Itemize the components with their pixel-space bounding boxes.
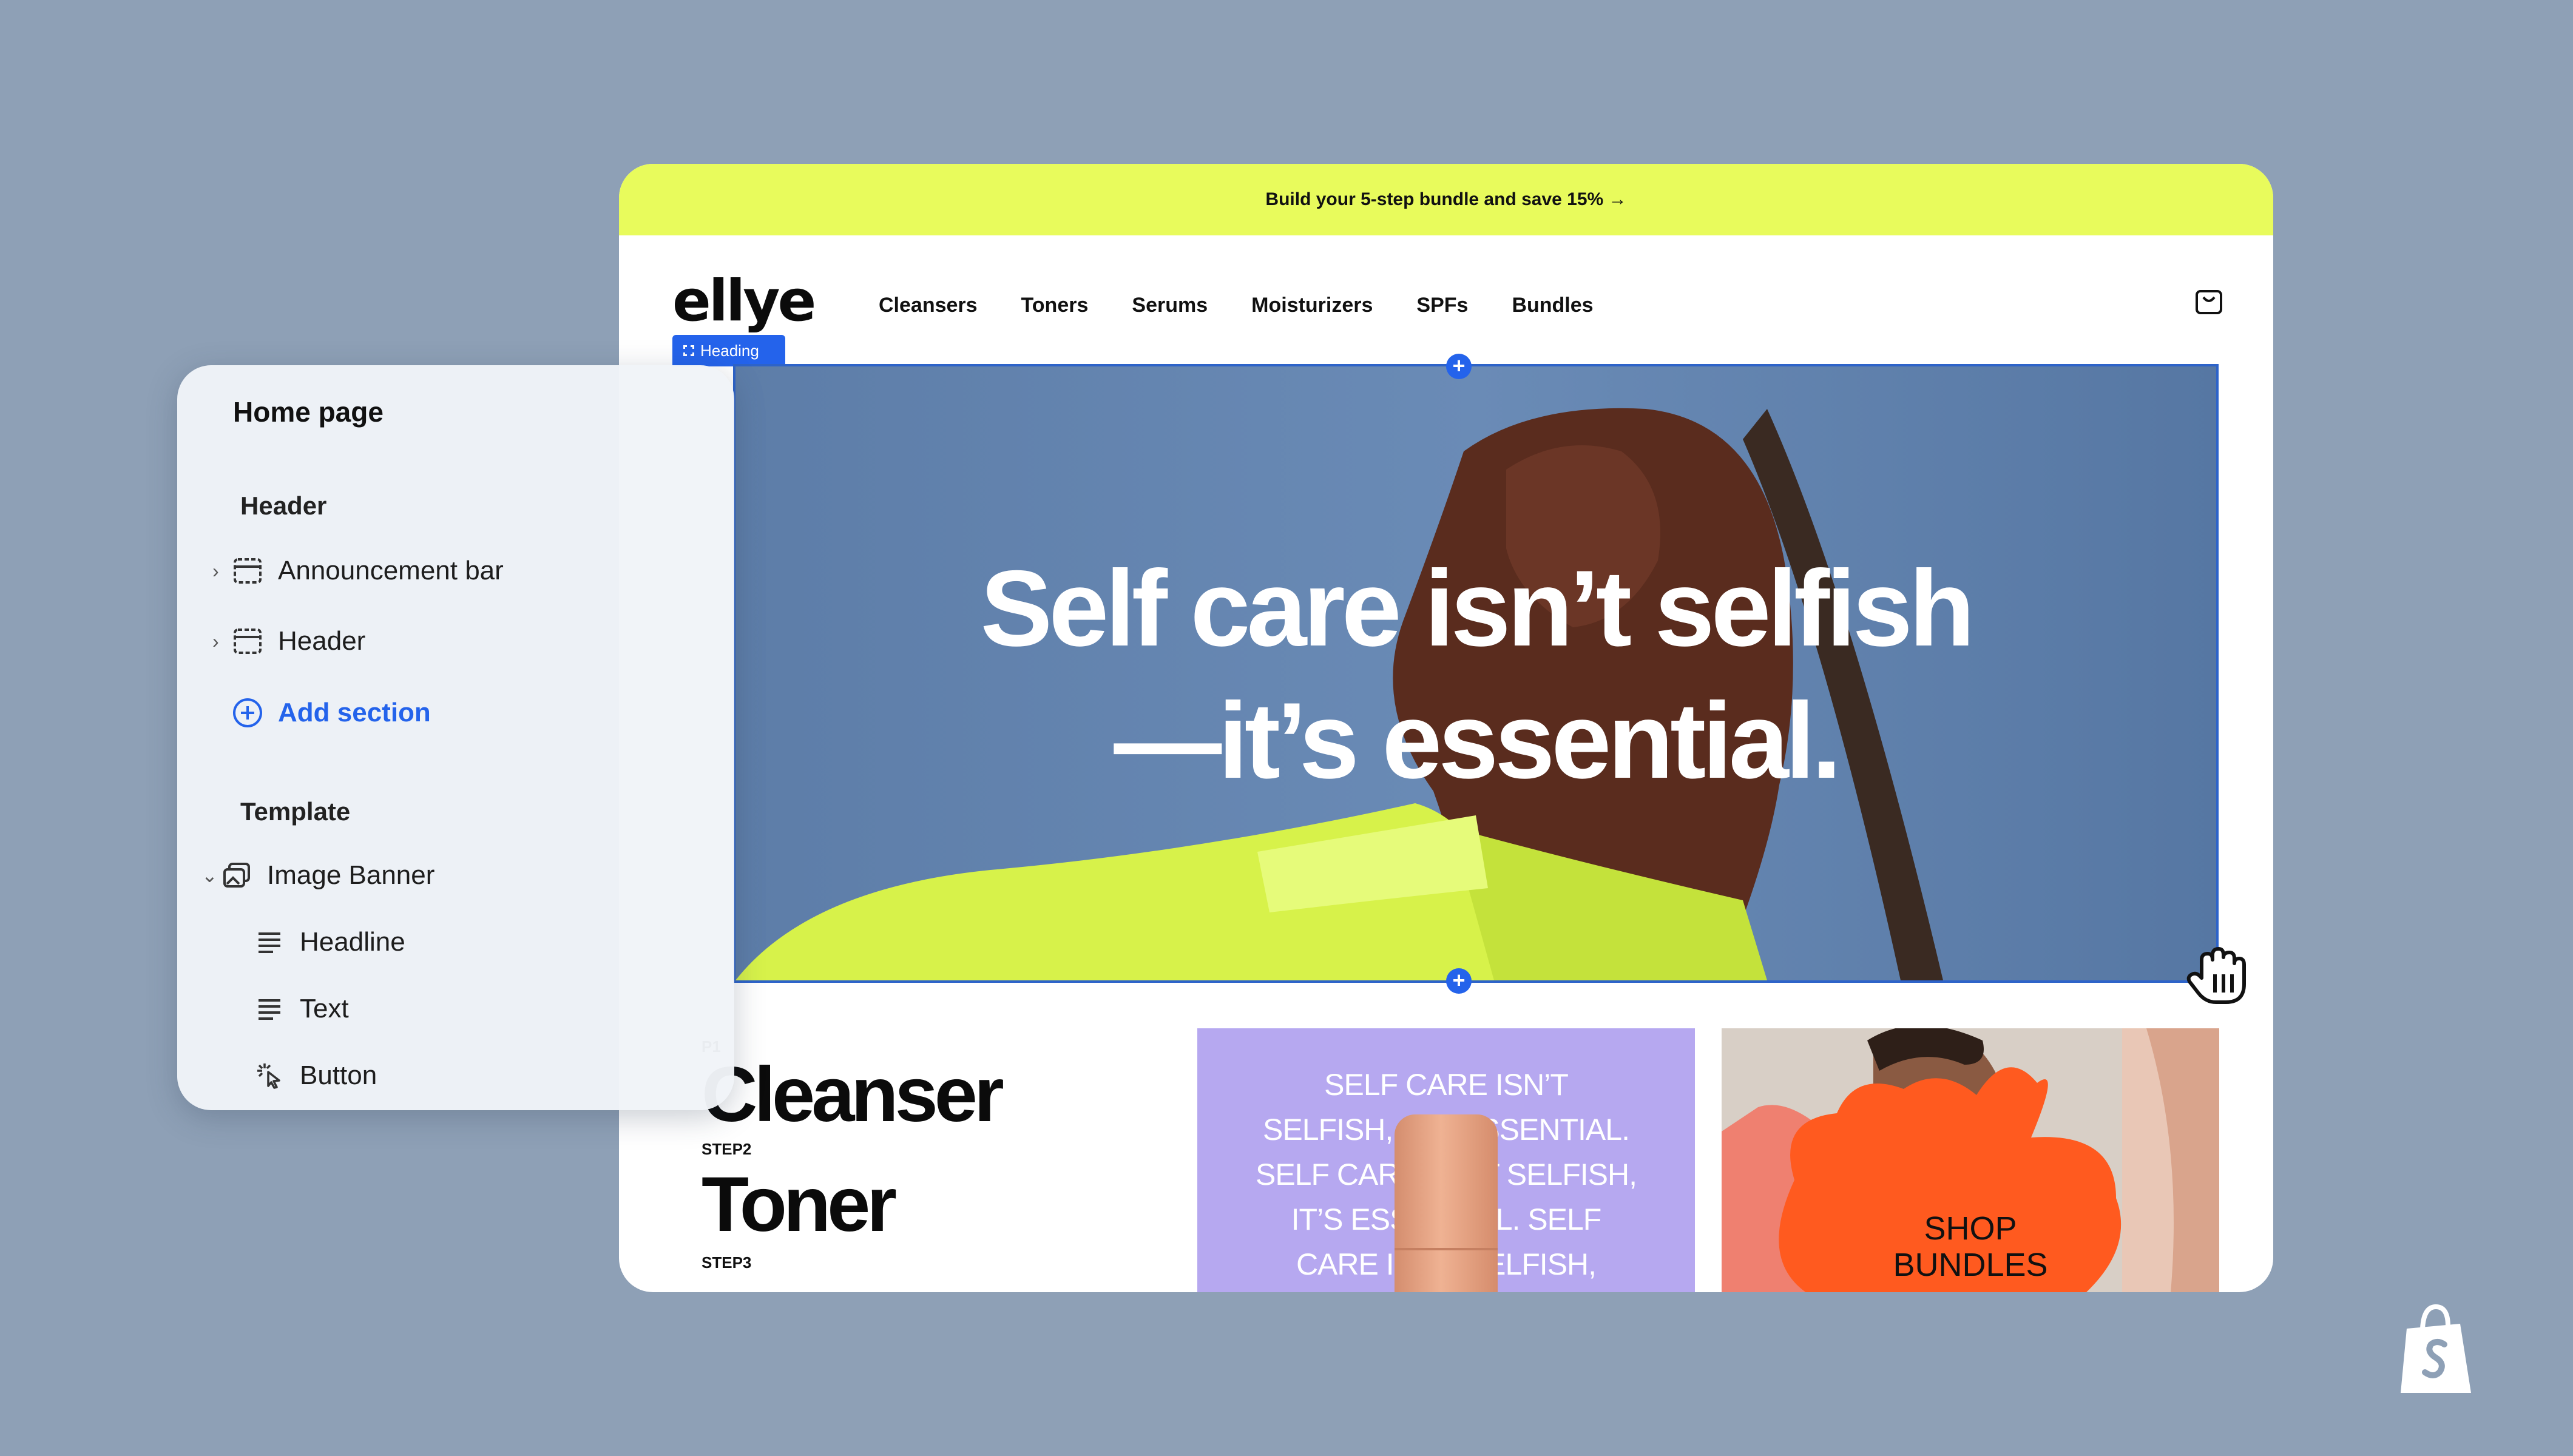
promo-line: SELF CARE ISN’T xyxy=(1324,1068,1569,1102)
section-layout-icon xyxy=(231,556,265,585)
store-preview: Build your 5-step bundle and save 15% → … xyxy=(619,164,2273,1292)
add-section-button[interactable]: Add section xyxy=(231,698,431,728)
header-group-label: Header xyxy=(240,491,327,520)
hero-heading-line1: Self care isn’t selfish xyxy=(980,548,1975,669)
selected-block-label: Heading xyxy=(700,341,759,360)
block-button[interactable]: Button xyxy=(252,1060,377,1091)
block-text[interactable]: Text xyxy=(252,994,349,1024)
editor-sidebar: Home page Header › Announcement bar › He… xyxy=(177,365,734,1110)
add-block-top-icon[interactable]: + xyxy=(1446,354,1472,379)
block-label: Button xyxy=(300,1060,377,1090)
block-label: Headline xyxy=(300,927,405,957)
section-label: Header xyxy=(278,626,366,656)
bundle-label-line: SHOP xyxy=(1924,1210,2017,1247)
shop-bundles-label[interactable]: SHOP BUNDLES xyxy=(1864,1210,2077,1283)
product-bottle xyxy=(1395,1114,1498,1292)
nav-bundles[interactable]: Bundles xyxy=(1512,294,1593,317)
promo-card[interactable]: SELF CARE ISN’T SELFISH, IT’S ESSENTIAL.… xyxy=(1197,1028,1695,1292)
bag-icon[interactable] xyxy=(2193,285,2225,317)
grab-hand-icon xyxy=(2186,947,2246,1004)
chevron-right-icon[interactable]: › xyxy=(212,560,231,582)
cursor-click-icon xyxy=(252,1061,286,1090)
step-label: STEP2 xyxy=(702,1140,752,1158)
step-title[interactable]: Cleanser xyxy=(702,1056,1004,1134)
nav-serums[interactable]: Serums xyxy=(1132,294,1208,317)
nav-spfs[interactable]: SPFs xyxy=(1416,294,1468,317)
store-logo[interactable]: ellye xyxy=(672,273,816,330)
chevron-right-icon[interactable]: › xyxy=(212,630,231,653)
text-lines-icon xyxy=(252,994,286,1023)
shopify-logo-icon xyxy=(2401,1304,2471,1393)
announcement-bar[interactable]: Build your 5-step bundle and save 15% → xyxy=(619,164,2273,235)
add-block-bottom-icon[interactable]: + xyxy=(1446,968,1472,994)
text-lines-icon xyxy=(252,928,286,957)
block-label: Text xyxy=(300,994,349,1023)
step-title[interactable]: Toner xyxy=(702,1166,1001,1244)
store-header: ellye Cleansers Toners Serums Moisturize… xyxy=(672,273,2226,340)
section-header[interactable]: › Header xyxy=(212,626,365,656)
block-headline[interactable]: Headline xyxy=(252,927,405,957)
page-title: Home page xyxy=(233,396,384,428)
background: Build your 5-step bundle and save 15% → … xyxy=(0,0,2573,1456)
nav-toners[interactable]: Toners xyxy=(1021,294,1089,317)
hero-heading[interactable]: Self care isn’t selfish —it’s essential. xyxy=(735,542,2216,807)
hero-heading-line2: —it’s essential. xyxy=(1114,680,1841,801)
image-gallery-icon xyxy=(220,861,254,890)
bundle-card[interactable]: SHOP BUNDLES xyxy=(1722,1028,2219,1292)
section-label: Image Banner xyxy=(267,860,435,890)
template-group-label: Template xyxy=(240,797,351,826)
step-label: STEP3 xyxy=(702,1253,752,1272)
section-label: Announcement bar xyxy=(278,556,504,585)
section-image-banner[interactable]: ⌄ Image Banner xyxy=(201,860,434,891)
selected-block-tag[interactable]: Heading xyxy=(672,335,785,366)
main-nav: Cleansers Toners Serums Moisturizers SPF… xyxy=(879,294,1594,317)
bundle-label-line: BUNDLES xyxy=(1893,1247,2048,1283)
section-announcement-bar[interactable]: › Announcement bar xyxy=(212,556,504,586)
steps-section: P1 Cleanser STEP2 Toner STEP3 xyxy=(702,1037,1004,1272)
nav-cleansers[interactable]: Cleansers xyxy=(879,294,978,317)
plus-circle-icon xyxy=(231,698,265,727)
chevron-down-icon[interactable]: ⌄ xyxy=(201,864,220,887)
image-banner[interactable]: Self care isn’t selfish —it’s essential. xyxy=(733,364,2219,983)
section-layout-icon xyxy=(231,627,265,656)
nav-moisturizers[interactable]: Moisturizers xyxy=(1251,294,1373,317)
selection-frame-icon xyxy=(683,345,694,356)
add-section-label: Add section xyxy=(278,698,431,727)
announcement-text[interactable]: Build your 5-step bundle and save 15% → xyxy=(1265,189,1626,210)
